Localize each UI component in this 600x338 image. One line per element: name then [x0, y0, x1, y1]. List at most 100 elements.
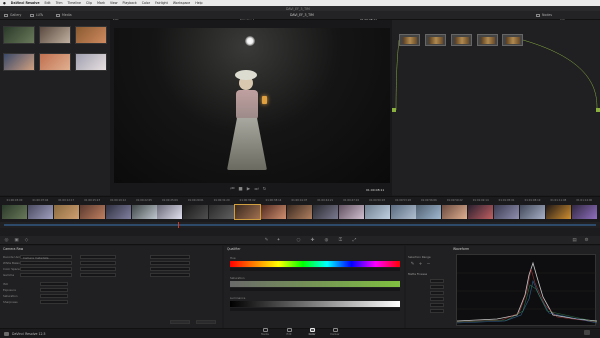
timeline-clip[interactable]: [468, 205, 494, 219]
matte-field[interactable]: [430, 291, 444, 295]
playhead[interactable]: [178, 222, 179, 228]
exposure-field[interactable]: [40, 288, 68, 292]
raw-slider[interactable]: [150, 261, 190, 265]
timeline-clip[interactable]: [209, 205, 235, 219]
matte-field[interactable]: [430, 303, 444, 307]
white-balance-select[interactable]: [20, 261, 72, 265]
luts-button[interactable]: LUTs: [30, 13, 43, 17]
timeline-clip[interactable]: [571, 205, 597, 219]
still-thumbnail[interactable]: [39, 26, 71, 44]
picker-icon[interactable]: ✎: [410, 262, 415, 267]
key-icon[interactable]: ⚿: [338, 238, 343, 243]
page-tab-media[interactable]: Media: [256, 328, 274, 337]
still-thumbnail[interactable]: [3, 26, 35, 44]
app-menu[interactable]: DaVinci Resolve: [11, 1, 40, 5]
saturation-bar[interactable]: [230, 281, 400, 287]
timeline-clip[interactable]: [494, 205, 520, 219]
tracker-icon[interactable]: ✚: [310, 238, 315, 243]
play-icon[interactable]: ▶: [246, 187, 251, 192]
blur-icon[interactable]: ◍: [324, 238, 329, 243]
timeline-clip[interactable]: [364, 205, 390, 219]
still-thumbnail[interactable]: [75, 53, 107, 71]
timeline-clip[interactable]: [312, 205, 338, 219]
picker-icon[interactable]: ✎: [264, 238, 269, 243]
timeline-clip[interactable]: [442, 205, 468, 219]
page-tab-color[interactable]: Color: [303, 328, 321, 337]
raw-slider[interactable]: [80, 255, 116, 259]
apple-icon[interactable]: ●: [3, 1, 6, 5]
still-thumbnail[interactable]: [3, 53, 35, 71]
timeline-clip[interactable]: [2, 205, 27, 219]
raw-slider[interactable]: [80, 267, 116, 271]
page-tab-deliver[interactable]: Deliver: [326, 328, 344, 337]
stop-icon[interactable]: ■: [238, 187, 243, 192]
menu-item-fairlight[interactable]: Fairlight: [155, 1, 168, 5]
raw-reset-button[interactable]: [196, 320, 216, 324]
media-pool-button[interactable]: Media: [56, 13, 72, 17]
gallery-button[interactable]: Gallery: [4, 13, 21, 17]
page-tab-edit[interactable]: Edit: [280, 328, 298, 337]
picker-add-icon[interactable]: +: [418, 262, 423, 267]
sizing-icon[interactable]: ⤢: [352, 238, 357, 243]
raw-icon[interactable]: ▣: [14, 238, 19, 243]
menu-item-help[interactable]: Help: [195, 1, 202, 5]
matte-field[interactable]: [430, 279, 444, 283]
timeline-clip[interactable]: [261, 205, 286, 219]
luminance-bar[interactable]: [230, 301, 400, 307]
next-icon[interactable]: ⏭: [254, 187, 259, 192]
menu-item-color[interactable]: Color: [142, 1, 150, 5]
raw-slider[interactable]: [80, 273, 116, 277]
timeline-clip[interactable]: [338, 205, 364, 219]
menu-item-timeline[interactable]: Timeline: [67, 1, 81, 5]
raw-apply-button[interactable]: [170, 320, 190, 324]
raw-slider[interactable]: [150, 273, 190, 277]
color-wheels-icon[interactable]: ◎: [4, 238, 9, 243]
gear-icon[interactable]: ⚙: [584, 238, 589, 243]
timeline-clip[interactable]: [131, 205, 157, 219]
menu-item-view[interactable]: View: [110, 1, 118, 5]
decode-using-select[interactable]: Camera metadata: [20, 255, 72, 260]
motion-icon[interactable]: ◇: [24, 238, 29, 243]
timeline-clip[interactable]: [53, 205, 79, 219]
timeline-clip[interactable]: [286, 205, 312, 219]
qualifier-icon[interactable]: ✦: [276, 238, 281, 243]
scope-icon[interactable]: ▤: [572, 238, 577, 243]
matte-field[interactable]: [430, 285, 444, 289]
timeline-clip[interactable]: [234, 204, 262, 220]
timeline-clip[interactable]: [416, 205, 442, 219]
color-space-select[interactable]: [20, 267, 72, 271]
still-thumbnail[interactable]: [39, 53, 71, 71]
saturation-field[interactable]: [40, 294, 68, 298]
loop-icon[interactable]: ↻: [262, 187, 267, 192]
picker-subtract-icon[interactable]: −: [426, 262, 431, 267]
nodes-button[interactable]: Nodes: [536, 13, 552, 17]
raw-slider[interactable]: [80, 261, 116, 265]
menu-item-mark[interactable]: Mark: [97, 1, 105, 5]
clip-timecode: 01:01:11:08: [550, 199, 567, 202]
gamma-select[interactable]: [20, 273, 72, 277]
timeline-clip[interactable]: [79, 205, 105, 219]
home-icon[interactable]: [584, 330, 590, 335]
timeline-clip[interactable]: [520, 205, 545, 219]
sharpness-field[interactable]: [40, 300, 68, 304]
prev-icon[interactable]: ⏮: [230, 187, 235, 192]
raw-slider[interactable]: [150, 267, 190, 271]
timeline-clip[interactable]: [183, 205, 209, 219]
still-thumbnail[interactable]: [75, 26, 107, 44]
timeline-clip[interactable]: [105, 205, 131, 219]
timeline-clip[interactable]: [545, 205, 571, 219]
raw-slider[interactable]: [150, 255, 190, 259]
iso-field[interactable]: [40, 282, 68, 286]
timeline-clip[interactable]: [157, 205, 183, 219]
timeline-clip[interactable]: [27, 205, 53, 219]
timeline-clip[interactable]: [390, 205, 416, 219]
menu-item-workspace[interactable]: Workspace: [173, 1, 190, 5]
matte-field[interactable]: [430, 309, 444, 313]
hue-bar[interactable]: [230, 261, 400, 267]
matte-field[interactable]: [430, 297, 444, 301]
menu-item-clip[interactable]: Clip: [86, 1, 92, 5]
menu-item-edit[interactable]: Edit: [45, 1, 51, 5]
menu-item-trim[interactable]: Trim: [56, 1, 63, 5]
window-icon[interactable]: ○: [296, 238, 301, 243]
menu-item-playback[interactable]: Playback: [123, 1, 137, 5]
